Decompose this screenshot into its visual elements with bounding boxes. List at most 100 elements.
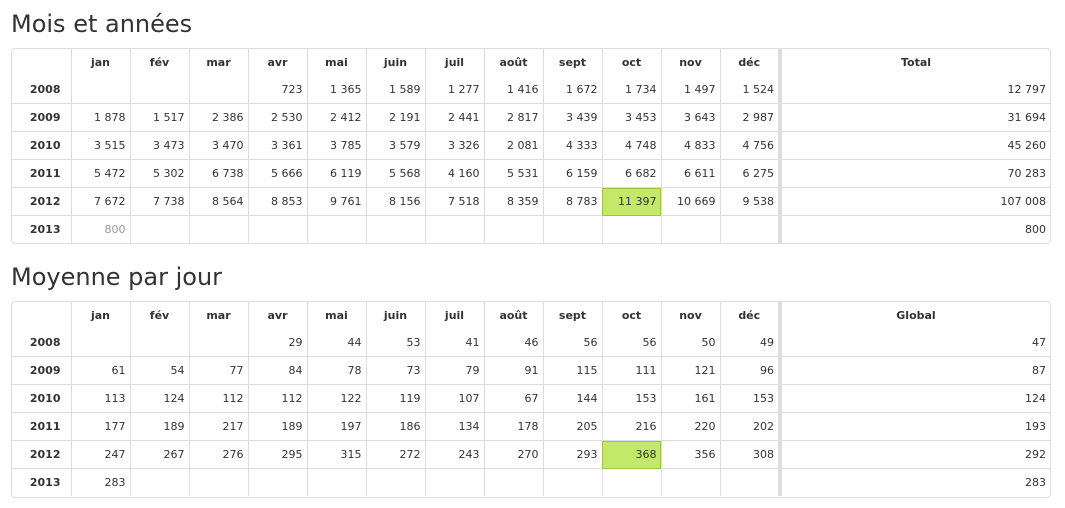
monthly-totals-table: jan fév mar avr mai juin juil août sept oct nov déc… <box>12 49 1050 243</box>
row-year-label: 2009 <box>12 356 71 385</box>
table-cell <box>247 215 307 243</box>
table-row: 2012 7 672 7 738 8 564 8 853 9 761 8 156 7 518 8… <box>12 187 1050 216</box>
table-cell: 800 <box>70 215 130 243</box>
table-cell: 41 <box>424 329 484 357</box>
table-cell: 10 669 <box>660 187 720 216</box>
table-cell: 2 191 <box>365 103 425 132</box>
table-cell: 8 156 <box>365 187 425 216</box>
table-cell: 134 <box>424 412 484 441</box>
table-cell: 96 <box>719 356 780 385</box>
table-cell: 61 <box>70 356 130 385</box>
header-month: fév <box>129 302 189 329</box>
table-cell: 9 538 <box>719 187 780 216</box>
table-cell: 121 <box>660 356 720 385</box>
daily-average-table: jan fév mar avr mai juin juil août sept oct nov déc… <box>12 302 1050 496</box>
table-cell: 1 734 <box>601 76 661 104</box>
table-cell: 7 518 <box>424 187 484 216</box>
header-month: oct <box>601 302 661 329</box>
monthly-totals-table-container: jan fév mar avr mai juin juil août sept oct nov déc… <box>11 48 1051 244</box>
table-cell: 205 <box>542 412 602 441</box>
table-cell: 115 <box>542 356 602 385</box>
table-cell: 124 <box>129 384 189 413</box>
table-cell: 283 <box>70 468 130 496</box>
table-cell <box>601 215 661 243</box>
row-total-cell: 193 <box>778 412 1050 441</box>
table-cell <box>365 468 425 496</box>
table-cell: 293 <box>542 440 602 469</box>
table-cell: 7 672 <box>70 187 130 216</box>
table-cell: 368 <box>601 440 661 469</box>
table-cell <box>542 215 602 243</box>
row-total-cell: 800 <box>778 215 1050 243</box>
table-cell: 1 672 <box>542 76 602 104</box>
table-cell: 2 081 <box>483 131 543 160</box>
table-cell: 270 <box>483 440 543 469</box>
header-month: sept <box>542 302 602 329</box>
table-cell: 44 <box>306 329 366 357</box>
row-year-label: 2012 <box>12 440 71 469</box>
table-cell: 3 643 <box>660 103 720 132</box>
header-month: nov <box>660 302 720 329</box>
table-row: 2013 800 800 <box>12 215 1050 243</box>
header-total: Global <box>778 302 1050 329</box>
table-cell: 122 <box>306 384 366 413</box>
header-total: Total <box>778 49 1050 76</box>
table-cell <box>365 215 425 243</box>
table-cell: 3 473 <box>129 131 189 160</box>
table-cell: 2 412 <box>306 103 366 132</box>
header-month: mar <box>188 49 248 76</box>
table-cell: 2 530 <box>247 103 307 132</box>
table-cell: 6 682 <box>601 159 661 188</box>
table-cell: 5 472 <box>70 159 130 188</box>
row-year-label: 2013 <box>12 468 71 496</box>
table-cell: 50 <box>660 329 720 357</box>
table-cell: 2 987 <box>719 103 780 132</box>
table-cell: 2 386 <box>188 103 248 132</box>
table-row: 2008 29 44 53 41 46 56 56 50 49 47 <box>12 329 1050 357</box>
table-cell: 79 <box>424 356 484 385</box>
header-month: juil <box>424 302 484 329</box>
table-cell: 53 <box>365 329 425 357</box>
table-cell: 3 326 <box>424 131 484 160</box>
table-cell: 3 361 <box>247 131 307 160</box>
row-total-cell: 31 694 <box>778 103 1050 132</box>
row-year-label: 2010 <box>12 384 71 413</box>
table-cell: 5 666 <box>247 159 307 188</box>
table-row: 2009 61 54 77 84 78 73 79 91 115 111 121 96 87 <box>12 356 1050 385</box>
header-month: déc <box>719 49 780 76</box>
header-month: nov <box>660 49 720 76</box>
table-cell <box>660 215 720 243</box>
row-total-cell: 87 <box>778 356 1050 385</box>
header-month: mar <box>188 302 248 329</box>
row-total-cell: 124 <box>778 384 1050 413</box>
table-cell: 1 277 <box>424 76 484 104</box>
daily-average-table-container: jan fév mar avr mai juin juil août sept oct nov déc… <box>11 301 1051 498</box>
table-cell: 112 <box>188 384 248 413</box>
table-cell: 91 <box>483 356 543 385</box>
table-cell: 220 <box>660 412 720 441</box>
table-cell: 29 <box>247 329 307 357</box>
header-month: sept <box>542 49 602 76</box>
table-cell: 9 761 <box>306 187 366 216</box>
row-total-cell: 107 008 <box>778 187 1050 216</box>
table-cell: 276 <box>188 440 248 469</box>
table-row: 2009 1 878 1 517 2 386 2 530 2 412 2 191 2 441 2… <box>12 103 1050 132</box>
table-cell: 315 <box>306 440 366 469</box>
table-cell: 107 <box>424 384 484 413</box>
row-year-label: 2011 <box>12 412 71 441</box>
table-cell: 3 439 <box>542 103 602 132</box>
table-cell: 247 <box>70 440 130 469</box>
row-year-label: 2008 <box>29 83 61 96</box>
row-total-cell: 70 283 <box>778 159 1050 188</box>
section-title-daily-average: Moyenne par jour <box>11 263 223 291</box>
header-month: juil <box>424 49 484 76</box>
table-cell <box>188 76 248 104</box>
table-cell: 2 817 <box>483 103 543 132</box>
table-cell: 78 <box>306 356 366 385</box>
table-cell: 202 <box>719 412 780 441</box>
row-year-label: 2010 <box>12 131 71 160</box>
header-corner <box>12 302 71 329</box>
row-total-cell: 12 797 <box>778 76 1050 104</box>
table-cell: 217 <box>188 412 248 441</box>
row-year-label: 2009 <box>12 103 71 132</box>
